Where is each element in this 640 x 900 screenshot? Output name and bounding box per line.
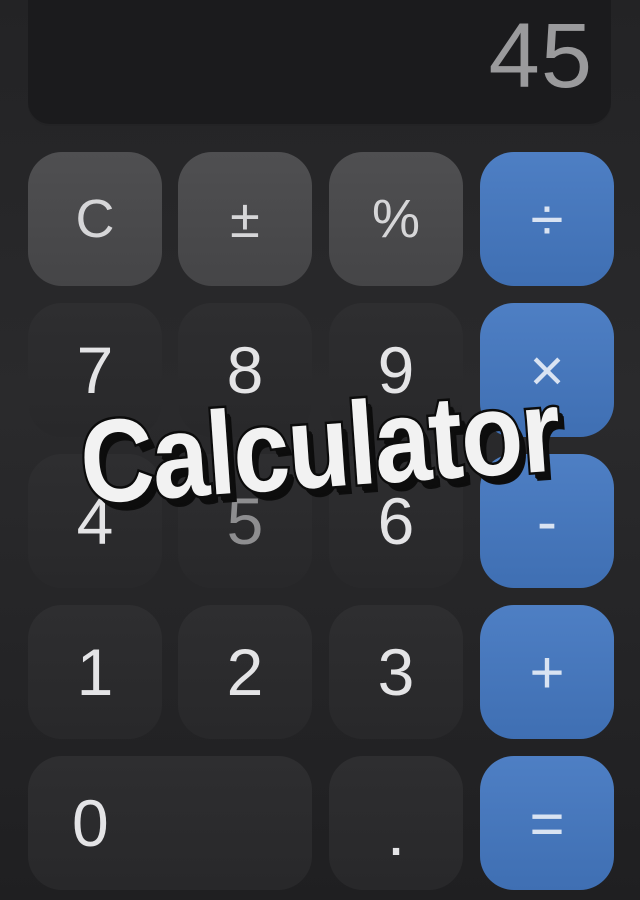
digit-6-button[interactable]: 6 — [329, 454, 463, 588]
percent-button[interactable]: % — [329, 152, 463, 286]
digit-4-button[interactable]: 4 — [28, 454, 162, 588]
digit-3-button[interactable]: 3 — [329, 605, 463, 739]
digit-5-button[interactable]: 5 — [178, 454, 312, 588]
subtract-button[interactable]: - — [480, 454, 614, 588]
multiply-button[interactable]: × — [480, 303, 614, 437]
decimal-point-button[interactable]: . — [329, 756, 463, 890]
digit-2-button[interactable]: 2 — [178, 605, 312, 739]
digit-9-button[interactable]: 9 — [329, 303, 463, 437]
result-display: 45 — [28, 0, 611, 126]
digit-0-button[interactable]: 0 — [28, 756, 312, 890]
digit-1-button[interactable]: 1 — [28, 605, 162, 739]
clear-button[interactable]: C — [28, 152, 162, 286]
digit-8-button[interactable]: 8 — [178, 303, 312, 437]
digit-7-button[interactable]: 7 — [28, 303, 162, 437]
divide-button[interactable]: ÷ — [480, 152, 614, 286]
equals-button[interactable]: = — [480, 756, 614, 890]
plus-minus-button[interactable]: ± — [178, 152, 312, 286]
add-button[interactable]: + — [480, 605, 614, 739]
calculator-app: 45 C ± % ÷ 7 8 9 × 4 5 6 - 1 2 3 + 0 . =… — [0, 0, 640, 900]
display-value: 45 — [488, 5, 593, 107]
